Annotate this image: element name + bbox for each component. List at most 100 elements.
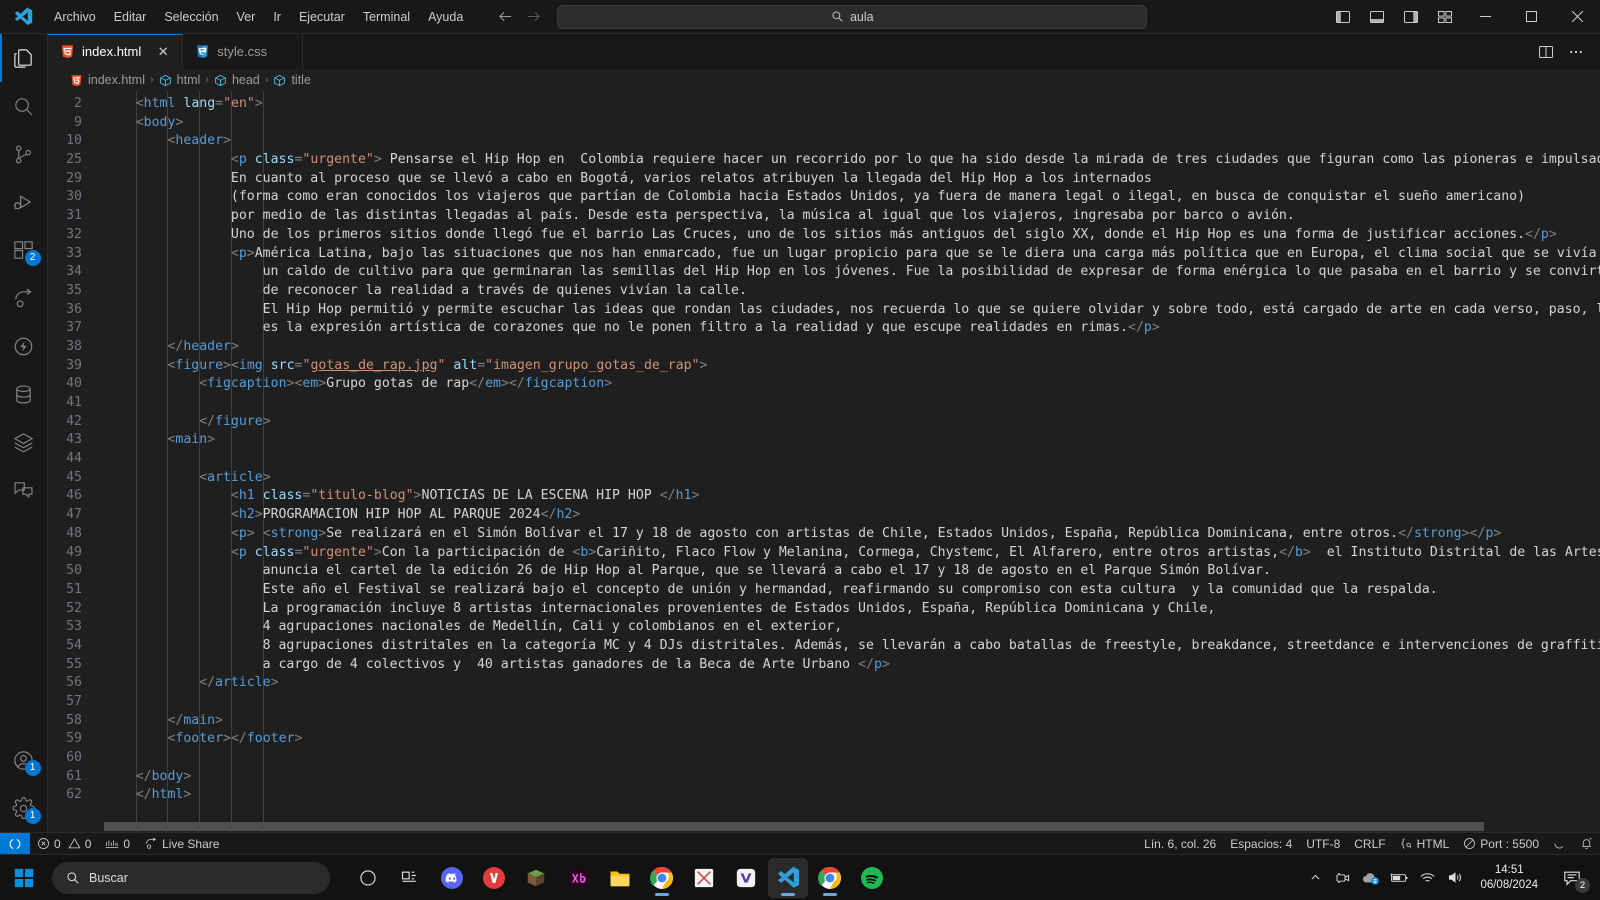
- menu-item-editar[interactable]: Editar: [106, 6, 155, 28]
- code-line[interactable]: 42 </figure>: [48, 413, 1600, 432]
- code-line[interactable]: 48 <p> <strong>Se realizará en el Simón B…: [48, 525, 1600, 544]
- taskbar-task-view-icon[interactable]: [390, 858, 430, 898]
- taskbar-spotify-icon[interactable]: [852, 858, 892, 898]
- code-line[interactable]: 59 <footer></footer>: [48, 730, 1600, 749]
- activity-explorer[interactable]: [0, 34, 48, 82]
- windows-start-icon[interactable]: [0, 855, 48, 900]
- activity-live-share[interactable]: [0, 274, 48, 322]
- menu-item-ir[interactable]: Ir: [265, 6, 289, 28]
- code-line[interactable]: 36 El Hip Hop permitió y permite escuchar…: [48, 301, 1600, 320]
- minimize-icon[interactable]: [1462, 0, 1508, 34]
- taskbar-chrome-icon[interactable]: [642, 858, 682, 898]
- code-line[interactable]: 2 <html lang="en">: [48, 95, 1600, 114]
- code-line[interactable]: 49 <p class="urgente">Con la participació…: [48, 544, 1600, 563]
- code-line[interactable]: 9 <body>: [48, 114, 1600, 133]
- taskbar-discord-icon[interactable]: [432, 858, 472, 898]
- menu-item-ver[interactable]: Ver: [229, 6, 264, 28]
- taskbar-v-app-icon[interactable]: [726, 858, 766, 898]
- code-line[interactable]: 57: [48, 693, 1600, 712]
- status-cursor-position[interactable]: Lín. 6, col. 26: [1137, 833, 1223, 855]
- split-editor-icon[interactable]: [1532, 38, 1560, 66]
- activity-extensions[interactable]: 2: [0, 226, 48, 274]
- activity-thunder-client[interactable]: [0, 322, 48, 370]
- taskbar-red-app-icon[interactable]: [474, 858, 514, 898]
- status-live-server-port[interactable]: Port : 5500: [1456, 833, 1546, 855]
- status-problems[interactable]: 0 0: [30, 833, 98, 855]
- activity-remote-explorer[interactable]: [0, 466, 48, 514]
- taskbar-clock[interactable]: 14:51 06/08/2024: [1470, 863, 1548, 893]
- command-center-search-input[interactable]: aula: [557, 4, 1148, 29]
- activity-layers[interactable]: [0, 418, 48, 466]
- code-line[interactable]: 58 </main>: [48, 712, 1600, 731]
- breadcrumb-item-html[interactable]: html: [159, 73, 200, 87]
- breadcrumb-item-head[interactable]: head: [214, 73, 260, 87]
- wifi-icon[interactable]: [1414, 858, 1440, 898]
- menu-item-archivo[interactable]: Archivo: [46, 6, 104, 28]
- code-editor[interactable]: 2 <html lang="en"> 9 <body> 10 <header> 25 <p c…: [48, 91, 1600, 832]
- code-line[interactable]: 54 8 agrupaciones distritales en la categ…: [48, 637, 1600, 656]
- status-encoding[interactable]: UTF-8: [1299, 833, 1347, 855]
- cloud-icon[interactable]: [1358, 858, 1384, 898]
- menu-item-ejecutar[interactable]: Ejecutar: [291, 6, 353, 28]
- activity-search[interactable]: [0, 82, 48, 130]
- tab-style-css[interactable]: style.css: [183, 34, 304, 69]
- status-indentation[interactable]: Espacios: 4: [1223, 833, 1299, 855]
- tab-index-html[interactable]: index.html ✕: [48, 34, 184, 69]
- activity-manage-settings[interactable]: 1: [0, 784, 48, 832]
- code-line[interactable]: 25 <p class="urgente"> Pensarse el Hip Ho…: [48, 151, 1600, 170]
- code-line[interactable]: 34 un caldo de cultivo para que germinara…: [48, 263, 1600, 282]
- code-line[interactable]: 30 (forma como eran conocidos los viajero…: [48, 188, 1600, 207]
- code-line[interactable]: 61 </body>: [48, 768, 1600, 787]
- toggle-panel-icon[interactable]: [1360, 0, 1394, 34]
- taskbar-chrome-window-icon[interactable]: [810, 858, 850, 898]
- maximize-icon[interactable]: [1508, 0, 1554, 34]
- code-line[interactable]: 31 por medio de las distintas llegadas al…: [48, 207, 1600, 226]
- toggle-primary-sidebar-icon[interactable]: [1326, 0, 1360, 34]
- code-line[interactable]: 50 anuncia el cartel de la edición 26 de …: [48, 562, 1600, 581]
- taskbar-minecraft-icon[interactable]: [516, 858, 556, 898]
- code-line[interactable]: 41: [48, 394, 1600, 413]
- code-line[interactable]: 47 <h2>PROGRAMACION HIP HOP AL PARQUE 202…: [48, 506, 1600, 525]
- arrow-left-icon[interactable]: [493, 6, 517, 28]
- toggle-secondary-sidebar-icon[interactable]: [1394, 0, 1428, 34]
- code-line[interactable]: 44: [48, 450, 1600, 469]
- notification-icon[interactable]: 2: [1550, 858, 1594, 898]
- menu-item-terminal[interactable]: Terminal: [355, 6, 418, 28]
- code-line[interactable]: 56 </article>: [48, 674, 1600, 693]
- scrollbar-thumb[interactable]: [104, 822, 1484, 831]
- code-line[interactable]: 38 </header>: [48, 338, 1600, 357]
- breadcrumb-item-title[interactable]: title: [273, 73, 311, 87]
- code-line[interactable]: 52 La programación incluye 8 artistas int…: [48, 600, 1600, 619]
- code-line[interactable]: 33 <p>América Latina, bajo las situacione…: [48, 245, 1600, 264]
- code-line[interactable]: 39 <figure><img src="gotas_de_rap.jpg" al…: [48, 357, 1600, 376]
- status-ports[interactable]: 0: [98, 833, 137, 855]
- code-line[interactable]: 53 4 agrupaciones nacionales de Medellín,…: [48, 618, 1600, 637]
- code-line[interactable]: 32 Uno de los primeros sitios donde llegó…: [48, 226, 1600, 245]
- battery-icon[interactable]: [1386, 858, 1412, 898]
- menu-item-seleccion[interactable]: Selección: [156, 6, 226, 28]
- status-language-mode[interactable]: HTML: [1393, 833, 1457, 855]
- status-spinner[interactable]: [1546, 833, 1573, 855]
- code-line[interactable]: 62 </html>: [48, 786, 1600, 805]
- status-eol[interactable]: CRLF: [1347, 833, 1392, 855]
- close-icon[interactable]: [1554, 0, 1600, 34]
- tab-close-icon[interactable]: ✕: [154, 43, 172, 61]
- editor-horizontal-scrollbar[interactable]: [48, 820, 1600, 832]
- code-line[interactable]: 35 de reconocer la realidad a través de q…: [48, 282, 1600, 301]
- code-line[interactable]: 29 En cuanto al proceso que se llevó a ca…: [48, 170, 1600, 189]
- code-line[interactable]: 10 <header>: [48, 132, 1600, 151]
- customize-layout-icon[interactable]: [1428, 0, 1462, 34]
- status-notifications[interactable]: [1573, 833, 1600, 855]
- remote-window-icon[interactable]: [0, 832, 30, 855]
- taskbar-cortana-icon[interactable]: [348, 858, 388, 898]
- chevron-up-icon[interactable]: [1302, 858, 1328, 898]
- camera-icon[interactable]: [1330, 858, 1356, 898]
- activity-source-control[interactable]: [0, 130, 48, 178]
- code-line[interactable]: 55 a cargo de 4 colectivos y 40 artistas …: [48, 656, 1600, 675]
- menu-item-ayuda[interactable]: Ayuda: [420, 6, 471, 28]
- code-line[interactable]: 40 <figcaption><em>Grupo gotas de rap</em…: [48, 375, 1600, 394]
- activity-accounts[interactable]: 1: [0, 736, 48, 784]
- code-line[interactable]: 43 <main>: [48, 431, 1600, 450]
- code-line[interactable]: 45 <article>: [48, 469, 1600, 488]
- taskbar-search-input[interactable]: Buscar: [52, 861, 330, 894]
